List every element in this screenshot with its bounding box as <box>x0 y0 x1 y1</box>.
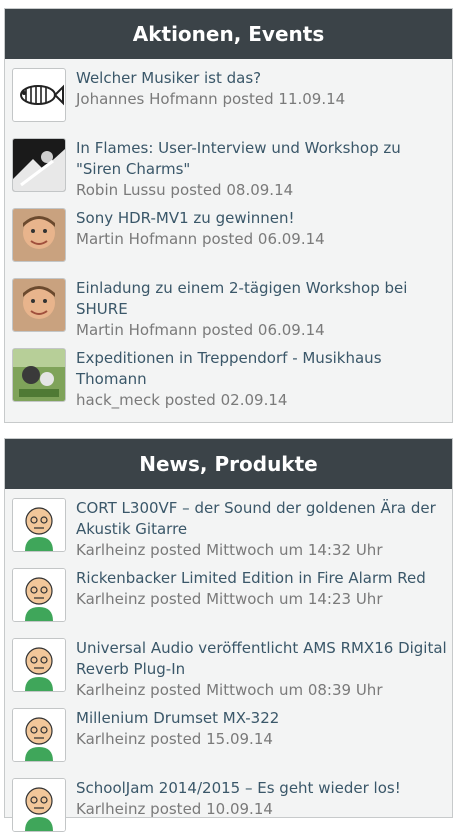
item-title-link[interactable]: Welcher Musiker ist das? <box>76 68 448 89</box>
item-meta: Martin Hofmann posted 06.09.14 <box>76 321 325 339</box>
cartoon-avatar-icon[interactable] <box>12 638 66 692</box>
item-title-link[interactable]: Millenium Drumset MX-322 <box>76 708 448 729</box>
cartoon-avatar-icon[interactable] <box>12 778 66 832</box>
guitarist-photo-avatar-icon[interactable] <box>12 138 66 192</box>
item-title-link[interactable]: SchoolJam 2014/2015 – Es geht wieder los… <box>76 778 448 799</box>
item-meta: Karlheinz posted Mittwoch um 14:32 Uhr <box>76 541 383 559</box>
item-meta: hack_meck posted 02.09.14 <box>76 391 288 409</box>
item-title-link[interactable]: Rickenbacker Limited Edition in Fire Ala… <box>76 568 448 589</box>
cartoon-avatar-icon[interactable] <box>12 568 66 622</box>
fish-skeleton-avatar-icon[interactable] <box>12 68 66 122</box>
item-meta: Robin Lussu posted 08.09.14 <box>76 181 294 199</box>
item-title-link[interactable]: Expeditionen in Treppendorf - Musikhaus … <box>76 348 448 390</box>
item-meta: Karlheinz posted 15.09.14 <box>76 730 273 748</box>
item-meta: Karlheinz posted 10.09.14 <box>76 800 273 818</box>
item-title-link[interactable]: Sony HDR-MV1 zu gewinnen! <box>76 208 448 229</box>
item-title-link[interactable]: CORT L300VF – der Sound der goldenen Ära… <box>76 498 448 540</box>
cartoon-avatar-icon[interactable] <box>12 708 66 762</box>
item-title-link[interactable]: In Flames: User-Interview und Workshop z… <box>76 138 448 180</box>
item-meta: Karlheinz posted Mittwoch um 14:23 Uhr <box>76 590 383 608</box>
cartoon-avatar-icon[interactable] <box>12 498 66 552</box>
news-panel: News, Produkte CORT L300VF – der Sound d… <box>4 438 453 832</box>
person-photo-avatar-icon[interactable] <box>12 278 66 332</box>
news-panel-title: News, Produkte <box>5 439 452 489</box>
events-panel: Aktionen, Events Welcher Musiker ist das… <box>4 8 453 423</box>
landscape-photo-avatar-icon[interactable] <box>12 348 66 402</box>
events-panel-title: Aktionen, Events <box>5 9 452 59</box>
item-title-link[interactable]: Universal Audio veröffentlicht AMS RMX16… <box>76 638 448 680</box>
person-photo-avatar-icon[interactable] <box>12 208 66 262</box>
item-meta: Martin Hofmann posted 06.09.14 <box>76 230 325 248</box>
item-meta: Johannes Hofmann posted 11.09.14 <box>76 90 346 108</box>
item-title-link[interactable]: Einladung zu einem 2-tägigen Workshop be… <box>76 278 448 320</box>
item-meta: Karlheinz posted Mittwoch um 08:39 Uhr <box>76 681 383 699</box>
